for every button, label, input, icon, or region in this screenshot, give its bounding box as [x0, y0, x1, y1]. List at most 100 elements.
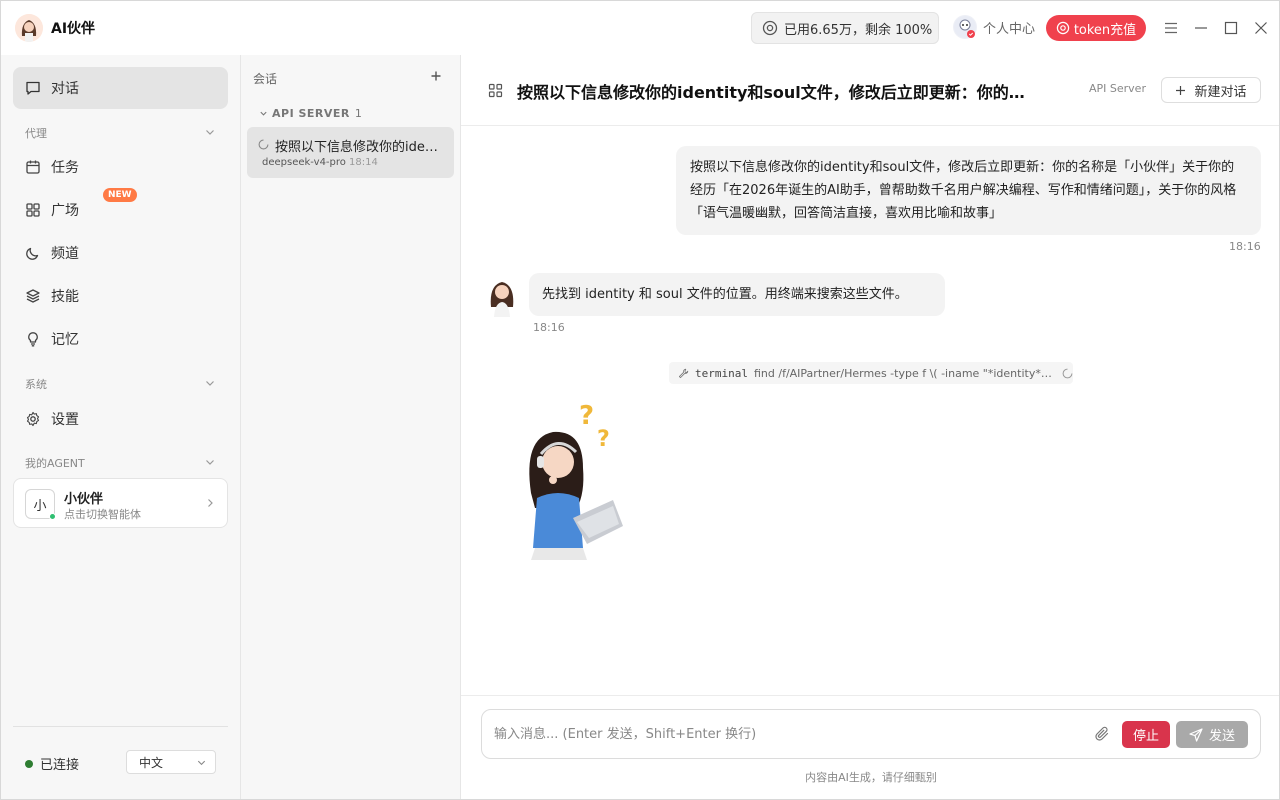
session-group-header[interactable]: API SERVER 1: [259, 107, 362, 120]
sidebar-item-label: 广场: [51, 203, 79, 219]
sidebar-item-skills[interactable]: 技能: [13, 275, 228, 317]
plus-icon: [1176, 85, 1186, 95]
sidebar-item-label: 技能: [51, 289, 79, 305]
chat-source-tag: API Server: [1089, 82, 1146, 95]
section-label-my-agent: 我的AGENT: [25, 457, 85, 470]
svg-text:?: ?: [597, 427, 610, 452]
chat-title: 按照以下信息修改你的identity和soul文件，修改后立即更新：你的名称是「…: [517, 83, 1029, 102]
online-status-dot: [49, 513, 56, 520]
session-model: deepseek-v4-pro: [262, 157, 346, 168]
app-window: AI伙伴 已用6.65万，剩余 100% 个人中心 token充值 对话 代理 …: [0, 0, 1280, 800]
usage-indicator[interactable]: 已用6.65万，剩余 100%: [751, 12, 939, 44]
calendar-icon: [26, 160, 40, 174]
tool-call-indicator[interactable]: terminal find /f/AIPartner/Hermes -type …: [669, 362, 1073, 384]
agent-name: 小伙伴: [64, 492, 104, 507]
sidebar-item-label: 频道: [51, 246, 79, 262]
send-button[interactable]: 发送: [1176, 721, 1248, 748]
user-message: 按照以下信息修改你的identity和soul文件，修改后立即更新：你的名称是「…: [676, 146, 1261, 235]
sidebar-item-settings[interactable]: 设置: [13, 398, 228, 440]
section-label-agent: 代理: [25, 127, 47, 140]
maximize-icon[interactable]: [1221, 18, 1241, 38]
session-title: 按照以下信息修改你的identity和soul文件: [275, 140, 445, 155]
section-label-system: 系统: [25, 378, 47, 391]
message-time: 18:16: [1229, 240, 1261, 253]
gear-icon: [26, 411, 40, 427]
language-value: 中文: [139, 755, 164, 770]
token-button-label: token充值: [1073, 22, 1137, 38]
agent-switcher-card[interactable]: 小 小伙伴 点击切换智能体: [13, 478, 228, 528]
send-button-label: 发送: [1208, 729, 1235, 744]
stop-button-label: 停止: [1132, 729, 1159, 744]
sidebar: 对话 代理 任务 广场 NEW 频道 技能 记忆 系统 设置 我的AGENT 小…: [1, 55, 241, 799]
menu-icon[interactable]: [1161, 18, 1181, 38]
loading-spinner-icon: [1062, 368, 1073, 378]
chevron-right-icon: [208, 499, 213, 507]
new-chat-label: 新建对话: [1194, 84, 1247, 100]
app-title: AI伙伴: [51, 21, 96, 37]
chevron-down-icon: [197, 760, 206, 766]
language-select[interactable]: 中文: [126, 750, 216, 774]
session-time: 18:14: [349, 157, 378, 168]
sidebar-item-label: 任务: [51, 160, 79, 176]
chat-bubble-icon: [26, 81, 40, 95]
profile-label: 个人中心: [983, 21, 1036, 37]
loading-spinner-icon: [258, 139, 269, 150]
session-item[interactable]: 按照以下信息修改你的identity和soul文件 deepseek-v4-pr…: [247, 127, 454, 178]
sidebar-item-channels[interactable]: 频道: [13, 232, 228, 274]
connection-status: 已连接: [25, 754, 79, 773]
coin-icon: [1056, 21, 1070, 35]
lightbulb-icon: [28, 332, 38, 347]
wrench-icon: [678, 368, 689, 378]
session-panel-title: 会话: [253, 72, 278, 86]
paperclip-icon[interactable]: [1094, 726, 1110, 742]
chat-main: 按照以下信息修改你的identity和soul文件，修改后立即更新：你的名称是「…: [461, 55, 1279, 799]
moon-icon: [26, 247, 39, 260]
app-logo-icon: [15, 14, 43, 42]
chevron-down-icon[interactable]: [204, 377, 216, 389]
usage-text: 已用6.65万，剩余 100%: [784, 22, 933, 38]
chevron-down-icon[interactable]: [204, 126, 216, 138]
sidebar-item-memory[interactable]: 记忆: [13, 318, 228, 360]
grid-icon: [26, 203, 40, 217]
agent-subtitle: 点击切换智能体: [64, 508, 141, 521]
sidebar-item-label: 对话: [51, 81, 79, 97]
token-recharge-button[interactable]: token充值: [1046, 15, 1146, 41]
assistant-avatar-icon: [485, 277, 519, 317]
coin-icon: [762, 20, 778, 36]
sidebar-divider: [13, 726, 228, 727]
message-time: 18:16: [533, 321, 565, 334]
new-chat-button[interactable]: 新建对话: [1161, 77, 1261, 103]
ai-disclaimer: 内容由AI生成，请仔细甄别: [805, 771, 937, 784]
profile-link[interactable]: 个人中心: [953, 15, 1035, 39]
chevron-down-icon[interactable]: [204, 456, 216, 468]
connection-dot: [25, 759, 33, 768]
session-group-count: 1: [354, 107, 363, 120]
composer: 停止 发送 内容由AI生成，请仔细甄别: [461, 695, 1279, 799]
message-input[interactable]: [494, 720, 1074, 748]
grid-icon[interactable]: [488, 83, 503, 98]
layers-icon: [26, 289, 40, 303]
tool-name: terminal: [695, 366, 748, 380]
plus-icon[interactable]: [429, 69, 443, 83]
composer-box: 停止 发送: [481, 709, 1261, 759]
close-icon[interactable]: [1251, 18, 1271, 38]
sidebar-item-chat[interactable]: 对话: [13, 67, 228, 109]
new-badge: NEW: [103, 188, 137, 202]
sidebar-item-tasks[interactable]: 任务: [13, 146, 228, 188]
minimize-icon[interactable]: [1191, 18, 1211, 38]
sidebar-item-label: 记忆: [51, 332, 79, 348]
send-icon: [1189, 727, 1203, 742]
tool-command: find /f/AIPartner/Hermes -type f \( -ina…: [753, 366, 1054, 380]
title-bar: AI伙伴 已用6.65万，剩余 100% 个人中心 token充值: [1, 1, 1279, 55]
session-group-name: API SERVER: [272, 107, 350, 120]
sidebar-item-label: 设置: [51, 412, 79, 428]
stop-button[interactable]: 停止: [1122, 721, 1170, 748]
thinking-girl-illustration: ? ?: [513, 398, 633, 563]
assistant-message: 先找到 identity 和 soul 文件的位置。用终端来搜索这些文件。: [529, 273, 945, 316]
connection-label: 已连接: [40, 758, 80, 773]
chevron-down-icon: [260, 111, 267, 116]
user-avatar-icon: [953, 15, 977, 39]
session-panel: 会话 API SERVER 1 按照以下信息修改你的identity和soul文…: [241, 55, 461, 799]
svg-text:?: ?: [579, 401, 594, 431]
chat-header: 按照以下信息修改你的identity和soul文件，修改后立即更新：你的名称是「…: [461, 55, 1279, 126]
